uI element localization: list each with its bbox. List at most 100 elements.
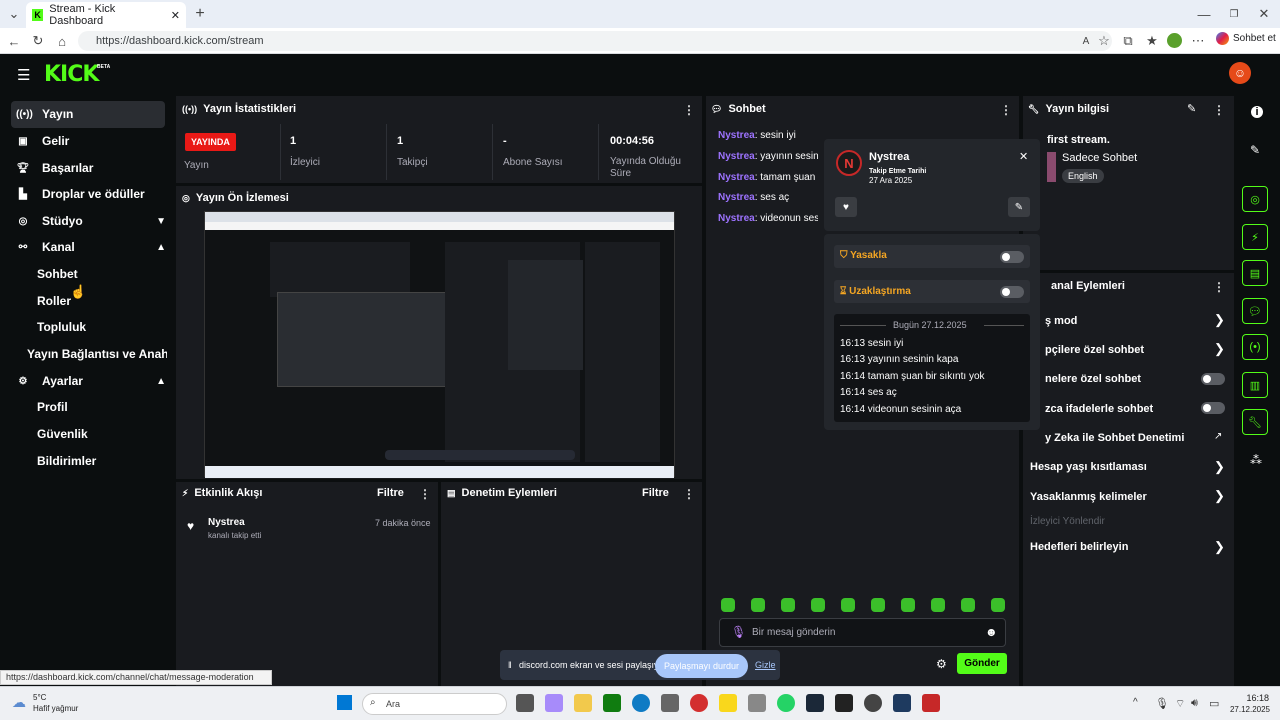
start-icon[interactable] <box>337 695 352 710</box>
pencil-icon[interactable]: ✎ <box>1250 143 1260 157</box>
volume-icon[interactable]: 🔊︎ <box>1191 697 1198 710</box>
sidebar-item-basarilar[interactable]: 🏆︎ Başarılar <box>16 155 170 181</box>
emote-icon[interactable] <box>781 598 795 612</box>
rail-broadcast-icon[interactable]: (•) <box>1242 334 1268 360</box>
rail-stats-icon[interactable]: ▥ <box>1242 372 1268 398</box>
moderation-filter-button[interactable]: Filtre <box>642 487 669 499</box>
riot-icon[interactable] <box>922 694 940 712</box>
action-row[interactable]: Hesap yaşı kısıtlaması <box>1030 461 1147 473</box>
emote-icon[interactable] <box>871 598 885 612</box>
stream-info-menu-icon[interactable]: ⋮ <box>1213 103 1225 117</box>
browser-tab[interactable]: K Stream - Kick Dashboard ✕ <box>26 2 186 28</box>
sidebar-item-sohbet[interactable]: Sohbet <box>37 261 191 287</box>
rail-document-icon[interactable]: ▤ <box>1242 260 1268 286</box>
copilot-app-icon[interactable] <box>545 694 563 712</box>
read-aloud-icon[interactable]: A <box>1076 31 1096 51</box>
app-icon[interactable] <box>893 694 911 712</box>
sidebar-item-ayarlar[interactable]: ⚙ Ayarlar ▲ <box>16 368 170 394</box>
action-row[interactable]: Yasaklanmış kelimeler <box>1030 491 1147 503</box>
stop-sharing-button[interactable]: Paylaşmayı durdur <box>655 654 748 678</box>
chat-username[interactable]: Nystrea <box>718 130 755 141</box>
stats-menu-icon[interactable]: ⋮ <box>683 103 695 117</box>
store-icon[interactable] <box>661 694 679 712</box>
stream-preview-video[interactable] <box>204 211 675 478</box>
sidebar-item-stream-key[interactable]: Yayın Bağlantısı ve Anahtarı <box>27 341 167 367</box>
chat-username[interactable]: Nystrea <box>718 172 755 183</box>
info-icon[interactable]: i <box>1251 106 1263 118</box>
emote-icon[interactable] <box>961 598 975 612</box>
weather-icon[interactable]: ☁ <box>12 694 26 711</box>
chat-message[interactable]: Nystrea: yayının sesinin kapa <box>718 151 818 162</box>
favorite-icon[interactable]: ☆ <box>1094 31 1114 51</box>
extensions-icon[interactable]: ⧉ <box>1118 31 1138 51</box>
profile-icon[interactable] <box>1167 33 1182 48</box>
xbox-icon[interactable] <box>603 694 621 712</box>
chat-message[interactable]: Nystrea: videonun sesinin aça <box>718 213 818 224</box>
user-card-close-icon[interactable]: ✕ <box>1019 150 1028 163</box>
chat-menu-icon[interactable]: ⋮ <box>1000 103 1012 117</box>
sidebar-item-profil[interactable]: Profil <box>37 394 191 420</box>
home-icon[interactable]: ⌂ <box>52 31 72 51</box>
stream-category[interactable]: Sadece Sohbet <box>1062 152 1137 164</box>
microphone-icon[interactable]: 🎙︎ <box>731 625 746 639</box>
chat-message[interactable]: Nystrea: tamam şuan bir sıkıntı yok <box>718 172 818 183</box>
close-tab-icon[interactable]: ✕ <box>171 9 180 22</box>
ban-toggle[interactable] <box>1000 251 1024 263</box>
send-button[interactable]: Gönder <box>957 653 1007 674</box>
emote-icon[interactable] <box>721 598 735 612</box>
action-row[interactable]: zca ifadelerle sohbet <box>1045 403 1153 415</box>
steam-icon[interactable] <box>806 694 824 712</box>
emote-icon[interactable] <box>811 598 825 612</box>
sidebar-item-droplar[interactable]: ▙ Droplar ve ödüller <box>16 181 170 207</box>
emote-icon[interactable] <box>841 598 855 612</box>
heart-button[interactable]: ♥ <box>835 197 857 217</box>
sidebar-item-gelir[interactable]: ▣ Gelir <box>16 128 170 154</box>
channel-actions-menu-icon[interactable]: ⋮ <box>1213 280 1225 294</box>
emote-icon[interactable] <box>751 598 765 612</box>
rail-chat-icon[interactable]: 💬︎ <box>1242 298 1268 324</box>
explorer-icon[interactable] <box>574 694 592 712</box>
action-row[interactable]: nelere özel sohbet <box>1045 373 1141 385</box>
chat-settings-icon[interactable]: ⚙ <box>936 657 947 671</box>
activity-user[interactable]: Nystrea <box>208 517 245 528</box>
emote-icon[interactable] <box>991 598 1005 612</box>
rail-wrench-icon[interactable]: 🔧︎ <box>1242 409 1268 435</box>
user-avatar[interactable]: ☺ <box>1229 62 1251 84</box>
edit-pencil-icon[interactable]: ✎ <box>1187 102 1196 115</box>
notes-icon[interactable] <box>719 694 737 712</box>
activity-filter-button[interactable]: Filtre <box>377 487 404 499</box>
chevron-right-icon[interactable]: ❯ <box>1214 341 1225 357</box>
moderation-menu-icon[interactable]: ⋮ <box>683 487 695 501</box>
new-tab-icon[interactable]: + <box>190 4 210 24</box>
copilot-button[interactable]: Sohbet et <box>1216 32 1276 45</box>
restore-icon[interactable]: ❐ <box>1224 4 1244 24</box>
taskbar-search[interactable] <box>362 693 507 715</box>
emote-icon[interactable] <box>901 598 915 612</box>
window-close-icon[interactable]: ✕ <box>1254 4 1274 24</box>
wifi-icon[interactable]: ⌔ <box>1175 697 1185 711</box>
sidebar-item-roller[interactable]: Roller <box>37 288 191 314</box>
action-row[interactable]: ş mod <box>1045 315 1077 327</box>
chat-username[interactable]: Nystrea <box>718 151 755 162</box>
chevron-right-icon[interactable]: ❯ <box>1214 459 1225 475</box>
subscribers-only-toggle[interactable] <box>1201 373 1225 385</box>
action-row[interactable]: Hedefleri belirleyin <box>1030 541 1128 553</box>
user-card-name[interactable]: Nystrea <box>869 151 909 163</box>
chevron-right-icon[interactable]: ❯ <box>1214 488 1225 504</box>
url-field[interactable]: https://dashboard.kick.com/stream <box>78 31 1112 51</box>
sidebar-item-yayin[interactable]: ((•)) Yayın <box>16 101 170 127</box>
clock-date[interactable]: 27.12.2025 <box>1220 705 1270 714</box>
sidebar-item-studyo[interactable]: ◎ Stüdyo ▼ <box>16 208 170 234</box>
rail-lightning-icon[interactable]: ⚡︎ <box>1242 224 1268 250</box>
chevron-right-icon[interactable]: ❯ <box>1214 312 1225 328</box>
edge-icon[interactable] <box>632 694 650 712</box>
timeout-toggle[interactable] <box>1000 286 1024 298</box>
external-link-icon[interactable]: ↗ <box>1214 431 1222 442</box>
emoji-icon[interactable]: ☻ <box>985 625 998 639</box>
obs-icon[interactable] <box>835 694 853 712</box>
action-row[interactable]: pçilere özel sohbet <box>1045 344 1144 356</box>
collections-icon[interactable]: ★ <box>1142 31 1162 51</box>
hamburger-icon[interactable]: ☰ <box>17 66 30 84</box>
pin-button[interactable]: ✎ <box>1008 197 1030 217</box>
tray-chevron-icon[interactable]: ^ <box>1133 697 1138 708</box>
